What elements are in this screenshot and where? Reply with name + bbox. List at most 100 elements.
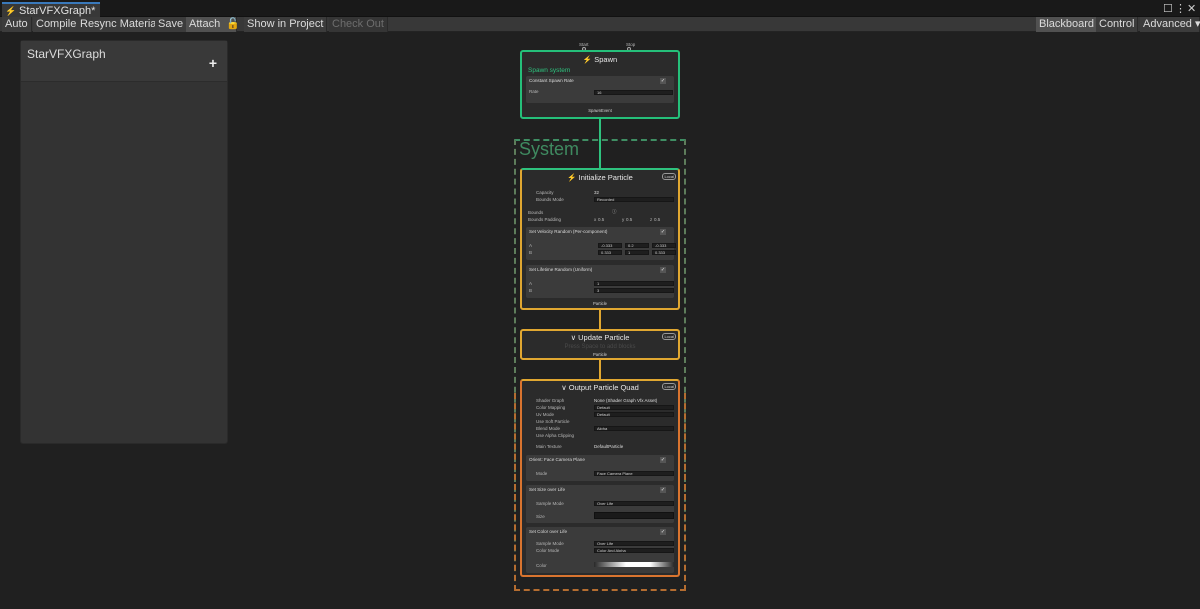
alpha-clipping-label: Use Alpha Clipping: [536, 433, 575, 438]
size-sample-mode-label: Sample Mode: [536, 501, 564, 506]
initialize-particle-output[interactable]: Particle: [522, 301, 678, 306]
color-mode-dropdown[interactable]: Color And Alpha: [594, 548, 674, 553]
close-icon[interactable]: ✕: [1187, 2, 1196, 15]
blackboard-toggle[interactable]: Blackboard: [1036, 17, 1099, 32]
size-enable-checkbox[interactable]: ✓: [660, 487, 666, 493]
maximize-icon[interactable]: ☐: [1163, 2, 1173, 15]
auto-toggle[interactable]: Auto: [2, 17, 32, 32]
save-button[interactable]: Save: [155, 17, 188, 32]
color-enable-checkbox[interactable]: ✓: [660, 529, 666, 535]
main-texture-label[interactable]: Main Texture: [536, 444, 562, 449]
spawn-title: Spawn: [594, 55, 618, 64]
update-title: Update Particle: [578, 333, 630, 342]
padding-z-field[interactable]: 0.5: [654, 217, 660, 222]
resync-material-button[interactable]: Resync Material: [77, 17, 163, 32]
velocity-b-z[interactable]: 0.333: [652, 250, 676, 255]
set-size-over-life-block[interactable]: Set Size over Life ✓ Sample Mode Over Li…: [526, 485, 674, 523]
bounds-label[interactable]: Bounds: [528, 210, 543, 215]
bounds-mode-dropdown[interactable]: Recorded: [594, 197, 674, 202]
lock-icon[interactable]: 🔓: [226, 18, 240, 30]
lifetime-b-field[interactable]: 3: [594, 288, 674, 293]
control-toggle[interactable]: Control: [1096, 17, 1139, 32]
spawn-icon: ⚡: [582, 55, 595, 64]
tab-title: StarVFXGraph*: [19, 4, 96, 17]
velocity-enable-checkbox[interactable]: ✓: [660, 229, 666, 235]
check-out-button[interactable]: Check Out: [329, 17, 388, 32]
advanced-dropdown[interactable]: Advanced ▾: [1140, 17, 1200, 32]
padding-y-field[interactable]: 0.5: [626, 217, 632, 222]
velocity-b-x[interactable]: 0.333: [598, 250, 622, 255]
update-particle-output[interactable]: Particle: [522, 352, 678, 357]
velocity-b-label[interactable]: B: [529, 250, 532, 255]
toolbar: Auto Compile Resync Material Save Attach…: [0, 17, 1200, 32]
velocity-a-x[interactable]: -0.333: [598, 243, 622, 248]
size-label[interactable]: Size: [536, 514, 545, 519]
color-sample-mode-dropdown[interactable]: Over Life: [594, 541, 674, 546]
set-velocity-random-block[interactable]: Set Velocity Random (Per-component) ✓ A …: [526, 227, 676, 260]
velocity-a-y[interactable]: 0.2: [625, 243, 649, 248]
tab-bar: ⚡ StarVFXGraph* ⋮ ☐ ✕: [0, 0, 1200, 17]
show-in-project-button[interactable]: Show in Project: [244, 17, 328, 32]
lifetime-a-field[interactable]: 1: [594, 281, 674, 286]
lifetime-a-label[interactable]: A: [529, 281, 532, 286]
color-label[interactable]: Color: [536, 563, 547, 568]
padding-x-label: x: [594, 217, 597, 222]
spawn-subtitle: Spawn system: [528, 67, 571, 74]
uv-mode-dropdown[interactable]: Default: [594, 412, 674, 417]
update-space-badge[interactable]: Local: [662, 333, 676, 340]
update-add-blocks-hint: Press Space to add blocks: [564, 344, 636, 350]
orient-enable-checkbox[interactable]: ✓: [660, 457, 666, 463]
flow-wire-spawn-init: [599, 119, 601, 168]
chevron-down-icon: ▾: [1195, 18, 1200, 30]
output-space-badge[interactable]: Local: [662, 383, 676, 390]
shader-graph-field[interactable]: None (Shader Graph Vfx Asset): [594, 398, 657, 403]
output-particle-quad-context[interactable]: ∨ Output Particle Quad Local Shader Grap…: [520, 379, 680, 577]
flow-wire-init-update: [599, 309, 601, 329]
velocity-block-title: Set Velocity Random (Per-component): [529, 229, 608, 234]
lifetime-b-label[interactable]: B: [529, 288, 532, 293]
lifetime-block-title: Set Lifetime Random (Uniform): [529, 267, 593, 272]
size-block-title: Set Size over Life: [529, 487, 566, 492]
velocity-a-z[interactable]: -0.333: [652, 243, 676, 248]
compile-button[interactable]: Compile: [33, 17, 81, 32]
orient-block-title: Orient: Face Camera Plane: [529, 457, 585, 462]
set-color-over-life-block[interactable]: Set Color over Life ✓ Sample Mode Over L…: [526, 527, 674, 573]
constant-spawn-rate-block[interactable]: Constant Spawn Rate ✓ Rate 16: [526, 76, 674, 103]
blend-mode-dropdown[interactable]: Alpha: [594, 426, 674, 431]
size-curve-field[interactable]: [594, 512, 674, 519]
orient-block[interactable]: Orient: Face Camera Plane ✓ Mode Face Ca…: [526, 455, 674, 481]
spawn-context[interactable]: ⚡ Spawn Spawn system Constant Spawn Rate…: [520, 50, 680, 119]
initialize-particle-context[interactable]: ⚡ Initialize Particle Local Capacity 32 …: [520, 168, 680, 310]
attach-button[interactable]: Attach 🔓: [186, 17, 240, 32]
main-texture-field[interactable]: DefaultParticle: [594, 444, 623, 449]
more-options-icon[interactable]: ⋮: [1175, 2, 1186, 15]
advanced-label: Advanced: [1143, 18, 1192, 30]
color-gradient-field[interactable]: [594, 562, 674, 567]
block-enable-checkbox[interactable]: ✓: [660, 78, 666, 84]
bounds-padding-label[interactable]: Bounds Padding: [528, 217, 561, 222]
rate-field[interactable]: 16: [594, 90, 673, 95]
soft-particle-label: Use Soft Particle: [536, 419, 570, 424]
padding-x-field[interactable]: 0.5: [598, 217, 604, 222]
update-icon: ∨: [570, 333, 579, 342]
output-icon: ∨: [561, 383, 569, 392]
color-mapping-dropdown[interactable]: Default: [594, 405, 674, 410]
graph-canvas[interactable]: System Start Stop ⚡ Spawn Spawn system C…: [0, 33, 1200, 609]
spawn-event-output[interactable]: SpawnEvent: [522, 108, 678, 113]
bounds-mode-label: Bounds Mode: [536, 197, 564, 202]
orient-mode-dropdown[interactable]: Face Camera Plane: [594, 471, 674, 476]
constant-spawn-rate-title: Constant Spawn Rate: [529, 78, 574, 83]
update-particle-context[interactable]: ∨ Update Particle Local Press Space to a…: [520, 329, 680, 360]
capacity-label: Capacity: [536, 190, 554, 195]
velocity-a-label[interactable]: A: [529, 243, 532, 248]
lifetime-enable-checkbox[interactable]: ✓: [660, 267, 666, 273]
size-sample-mode-dropdown[interactable]: Over Life: [594, 501, 674, 506]
system-label[interactable]: System: [519, 139, 579, 160]
color-block-title: Set Color over Life: [529, 529, 568, 534]
set-lifetime-random-block[interactable]: Set Lifetime Random (Uniform) ✓ A 1 B 3: [526, 265, 674, 298]
space-badge[interactable]: Local: [662, 173, 676, 180]
velocity-b-y[interactable]: 1: [625, 250, 649, 255]
tab-starvfxgraph[interactable]: ⚡ StarVFXGraph*: [2, 2, 100, 17]
system-group-lower-edge: [514, 393, 517, 591]
capacity-value[interactable]: 32: [594, 190, 599, 195]
